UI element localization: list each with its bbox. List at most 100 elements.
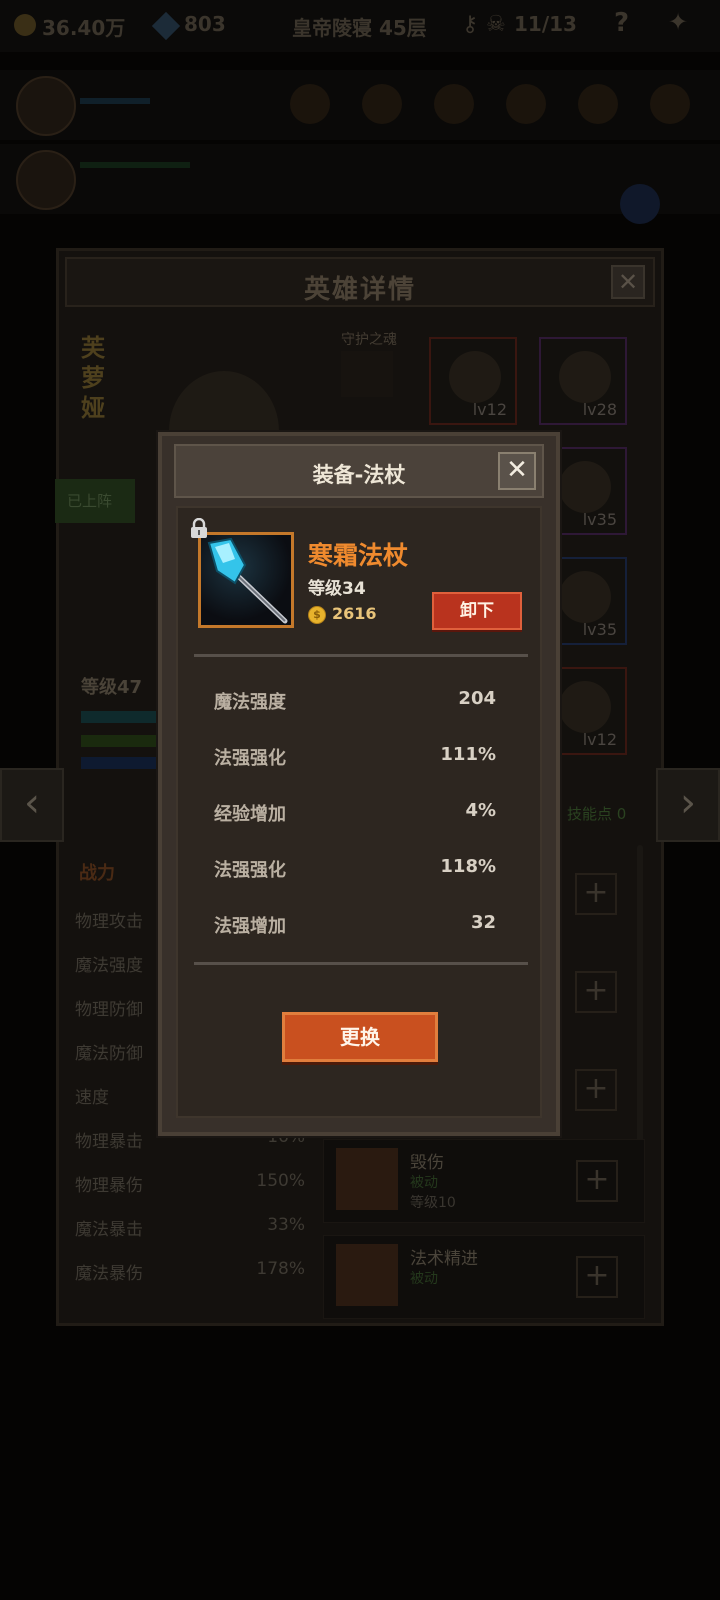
stat-label: 魔法暴击 — [75, 1220, 143, 1240]
attribute-value: 111% — [440, 744, 496, 765]
hero-name: 芙萝娅 — [81, 334, 105, 422]
skill-type: 被动 — [410, 1271, 438, 1287]
amulet-icon — [559, 351, 611, 403]
pumpkin-icon — [362, 84, 402, 124]
pumpkin-icon — [434, 84, 474, 124]
replace-button[interactable]: 更换 — [282, 1012, 438, 1062]
skill-name: 法术精进 — [410, 1249, 478, 1269]
stat-label: 魔法暴伤 — [75, 1264, 143, 1284]
skill-type: 被动 — [410, 1175, 438, 1191]
skull-count: 11/13 — [514, 12, 577, 36]
stat-label: 魔法防御 — [75, 1044, 143, 1064]
prev-hero-button[interactable]: ‹ — [0, 768, 64, 842]
attribute-value: 118% — [440, 856, 496, 877]
gold-coin-icon: $ — [308, 606, 326, 624]
equipment-slot-amulet[interactable]: lv28 — [539, 337, 627, 425]
attribute-row: 法强增加 32 — [214, 912, 496, 938]
add-skill-button[interactable]: + — [575, 873, 617, 915]
equipment-level: lv12 — [582, 730, 617, 749]
attribute-row: 法强强化 118% — [214, 856, 496, 882]
hero-panel-title: 英雄详情 — [303, 275, 416, 305]
modal-body: 寒霜法杖 等级34 $ 2616 卸下 魔法强度 204 法强强化 111% 经验增… — [176, 506, 542, 1118]
modal-title: 装备-法杖 — [312, 463, 406, 487]
attribute-label: 经验增加 — [214, 804, 286, 825]
stat-value: 150% — [256, 1171, 305, 1191]
skull-icon: ☠ — [486, 12, 506, 37]
attribute-value: 4% — [465, 800, 496, 821]
stat-bar — [81, 757, 161, 769]
add-skill-button[interactable]: + — [575, 971, 617, 1013]
equipment-level: lv12 — [472, 400, 507, 419]
unequip-button[interactable]: 卸下 — [432, 592, 522, 630]
gem-icon — [151, 11, 181, 41]
gem-amount: 803 — [184, 12, 226, 36]
divider — [194, 962, 528, 965]
stat-bar — [81, 711, 161, 723]
shield-icon — [559, 681, 611, 733]
frost-staff-icon — [201, 535, 291, 625]
bg-hero-row — [0, 70, 720, 140]
attribute-label: 法强强化 — [214, 748, 286, 769]
add-skill-button[interactable]: + — [576, 1256, 618, 1298]
hp-bar — [80, 98, 150, 104]
attribute-label: 法强增加 — [214, 916, 286, 937]
helmet-icon — [449, 351, 501, 403]
attribute-label: 魔法强度 — [214, 692, 286, 713]
equipment-slot-helmet[interactable]: lv12 — [429, 337, 517, 425]
add-skill-button[interactable]: + — [576, 1160, 618, 1202]
stat-value: 178% — [256, 1259, 305, 1279]
key-icon: ⚷ — [462, 12, 479, 37]
equipment-level: lv35 — [582, 510, 617, 529]
skill-name: 毁伤 — [410, 1153, 444, 1173]
avatar — [16, 76, 76, 136]
hero-panel-close-button[interactable]: ✕ — [611, 265, 645, 299]
hero-panel-header: 英雄详情 ✕ — [65, 257, 655, 307]
feather-icon — [578, 84, 618, 124]
stat-value: 33% — [267, 1215, 305, 1235]
stat-label: 速度 — [75, 1088, 109, 1108]
modal-header: 装备-法杖 ✕ — [174, 444, 544, 498]
item-icon-frame[interactable] — [198, 532, 294, 628]
item-name: 寒霜法杖 — [308, 541, 409, 570]
wing-icon — [620, 184, 660, 224]
next-hero-button[interactable]: › — [656, 768, 720, 842]
attribute-row: 魔法强度 204 — [214, 688, 496, 714]
combat-power-label: 战力 — [79, 863, 115, 884]
equipment-modal: 装备-法杖 ✕ 寒霜法杖 等级34 $ 2616 卸下 魔法强度 204 法强强… — [158, 432, 560, 1136]
stat-label: 物理暴伤 — [75, 1176, 143, 1196]
scythe-icon — [506, 84, 546, 124]
item-level: 等级34 — [308, 579, 366, 599]
avatar — [16, 150, 76, 210]
armor-icon — [559, 461, 611, 513]
equipment-level: lv35 — [582, 620, 617, 639]
chevron-left-icon: ‹ — [24, 780, 40, 826]
divider — [194, 654, 528, 657]
chevron-right-icon: › — [680, 780, 696, 826]
skill-mastery-icon — [336, 1244, 398, 1306]
stat-label: 魔法强度 — [75, 956, 143, 976]
hp-bar — [80, 162, 190, 168]
add-skill-button[interactable]: + — [575, 1069, 617, 1111]
location-label: 皇帝陵寝 45层 — [292, 16, 427, 40]
scythe-icon — [650, 84, 690, 124]
attribute-row: 法强强化 111% — [214, 744, 496, 770]
gold-coin-icon — [14, 14, 36, 36]
attribute-row: 经验增加 4% — [214, 800, 496, 826]
lock-icon[interactable] — [190, 518, 208, 538]
hero-level: 等级47 — [81, 677, 143, 698]
guardian-label: 守护之魂 — [341, 332, 397, 348]
stat-label: 物理攻击 — [75, 912, 143, 932]
stat-label: 物理防御 — [75, 1000, 143, 1020]
deployed-badge: 已上阵 — [55, 479, 135, 523]
bg-hero-row — [0, 144, 720, 224]
stat-label: 物理暴击 — [75, 1132, 143, 1152]
gift-icon[interactable]: ✦ — [668, 8, 688, 36]
attribute-label: 法强强化 — [214, 860, 286, 881]
ring-icon — [559, 571, 611, 623]
modal-close-button[interactable]: ✕ — [498, 452, 536, 490]
equipment-level: lv28 — [582, 400, 617, 419]
help-button[interactable]: ? — [614, 8, 629, 38]
pumpkin-icon — [290, 84, 330, 124]
skill-row: 毁伤 被动 等级10 + — [323, 1139, 645, 1223]
attribute-value: 32 — [470, 912, 496, 933]
